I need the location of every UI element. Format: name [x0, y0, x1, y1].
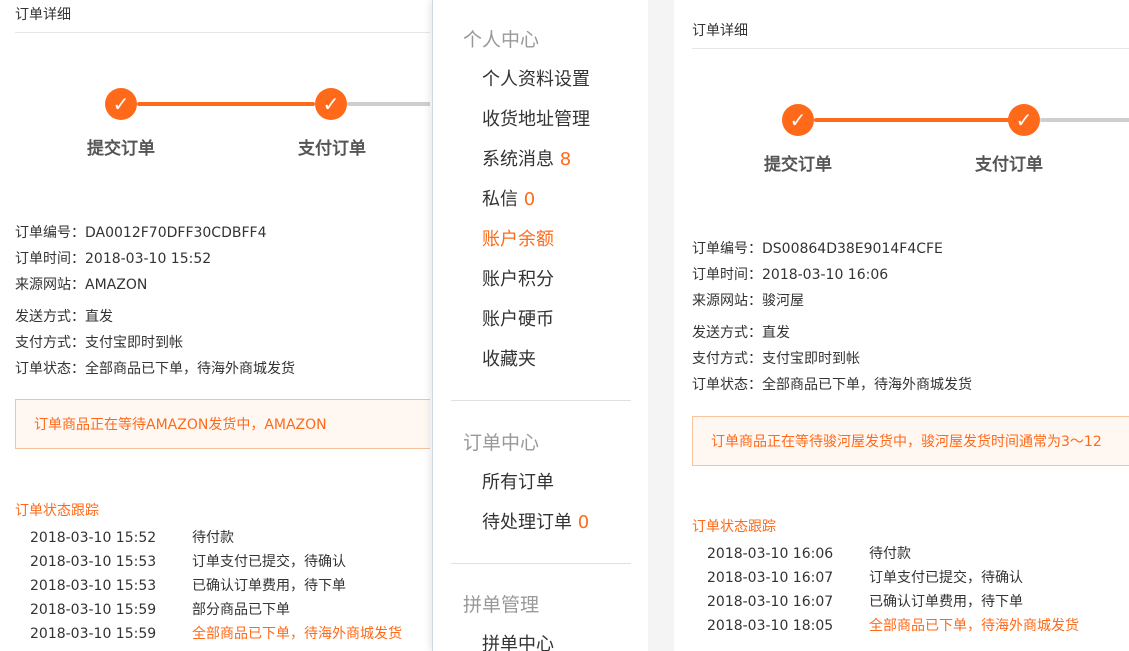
- source-site-row: 来源网站：AMAZON: [15, 277, 148, 293]
- tracking-row: 2018-03-10 15:52 待付款: [30, 530, 234, 546]
- shipping-notice: 订单商品正在等待AMAZON发货中，AMAZON: [15, 399, 430, 449]
- menu-divider: [451, 400, 631, 401]
- check-icon: ✓: [1008, 104, 1040, 136]
- check-icon: ✓: [315, 88, 347, 120]
- message-count-badge: 8: [559, 149, 572, 170]
- background-gap: [648, 0, 674, 651]
- step-label-submit: 提交订单: [764, 155, 832, 175]
- check-icon: ✓: [782, 104, 814, 136]
- menu-section-orders: 订单中心: [463, 432, 540, 454]
- tracking-row: 2018-03-10 15:53 订单支付已提交，待确认: [30, 554, 346, 570]
- progress-bar-pending: [347, 102, 430, 106]
- source-site-row: 来源网站：骏河屋: [692, 293, 804, 309]
- tracking-row-latest: 2018-03-10 15:59 全部商品已下单，待海外商城发货: [30, 626, 402, 642]
- menu-item-address[interactable]: 收货地址管理: [482, 105, 590, 131]
- tracking-row-latest: 2018-03-10 18:05 全部商品已下单，待海外商城发货: [707, 618, 1079, 634]
- menu-item-pending-orders[interactable]: 待处理订单 0: [482, 508, 589, 534]
- menu-item-all-orders[interactable]: 所有订单: [482, 468, 554, 494]
- menu-item-favorites[interactable]: 收藏夹: [482, 345, 536, 371]
- order-number-row: 订单编号：DA0012F70DFF30CDBFF4: [15, 225, 267, 241]
- tracking-row: 2018-03-10 16:07 订单支付已提交，待确认: [707, 570, 1023, 586]
- order-time-row: 订单时间：2018-03-10 16:06: [692, 267, 889, 283]
- menu-item-coins[interactable]: 账户硬币: [482, 305, 554, 331]
- tracking-row: 2018-03-10 15:53 已确认订单费用，待下单: [30, 578, 346, 594]
- menu-divider: [451, 563, 631, 564]
- page-title: 订单详细: [15, 4, 430, 33]
- tracking-title: 订单状态跟踪: [692, 519, 776, 535]
- menu-item-private-messages[interactable]: 私信 0: [482, 185, 535, 211]
- progress-bar-done: [137, 102, 315, 106]
- menu-item-balance[interactable]: 账户余额: [482, 225, 554, 251]
- menu-item-profile-settings[interactable]: 个人资料设置: [482, 65, 590, 91]
- menu-item-system-messages[interactable]: 系统消息 8: [482, 145, 571, 171]
- progress-bar-done: [814, 118, 1010, 122]
- menu-section-group-buy: 拼单管理: [463, 594, 540, 616]
- check-icon: ✓: [105, 88, 137, 120]
- pending-order-count: 0: [577, 512, 590, 533]
- order-detail-panel-left: 订单详细 ✓ ✓ 提交订单 支付订单 订单编号：DA0012F70DFF30CD…: [0, 0, 430, 651]
- menu-section-personal: 个人中心: [463, 29, 540, 51]
- page-title: 订单详细: [692, 20, 1129, 49]
- step-label-pay: 支付订单: [975, 155, 1043, 175]
- payment-method-row: 支付方式：支付宝即时到帐: [15, 335, 183, 351]
- order-number-row: 订单编号：DS00864D38E9014F4CFE: [692, 241, 943, 257]
- shipping-method-row: 发送方式：直发: [692, 325, 790, 341]
- shipping-method-row: 发送方式：直发: [15, 309, 113, 325]
- order-time-row: 订单时间：2018-03-10 15:52: [15, 251, 212, 267]
- menu-item-points[interactable]: 账户积分: [482, 265, 554, 291]
- user-center-menu: 个人中心 个人资料设置 收货地址管理 系统消息 8 私信 0 账户余额 账户积分…: [432, 0, 649, 651]
- tracking-row: 2018-03-10 15:59 部分商品已下单: [30, 602, 290, 618]
- payment-method-row: 支付方式：支付宝即时到帐: [692, 351, 860, 367]
- tracking-title: 订单状态跟踪: [15, 503, 99, 519]
- step-label-pay: 支付订单: [298, 139, 366, 159]
- step-label-submit: 提交订单: [87, 139, 155, 159]
- progress-bar-pending: [1040, 118, 1129, 122]
- menu-item-group-buy-center[interactable]: 拼单中心: [482, 630, 554, 651]
- tracking-row: 2018-03-10 16:06 待付款: [707, 546, 911, 562]
- order-detail-panel-right: 订单详细 ✓ ✓ 提交订单 支付订单 订单编号：DS00864D38E9014F…: [674, 0, 1129, 651]
- private-message-count: 0: [523, 189, 536, 210]
- order-status-row: 订单状态：全部商品已下单，待海外商城发货: [692, 377, 972, 393]
- shipping-notice: 订单商品正在等待骏河屋发货中，骏河屋发货时间通常为3～12: [692, 416, 1129, 466]
- order-status-row: 订单状态：全部商品已下单，待海外商城发货: [15, 361, 295, 377]
- tracking-row: 2018-03-10 16:07 已确认订单费用，待下单: [707, 594, 1023, 610]
